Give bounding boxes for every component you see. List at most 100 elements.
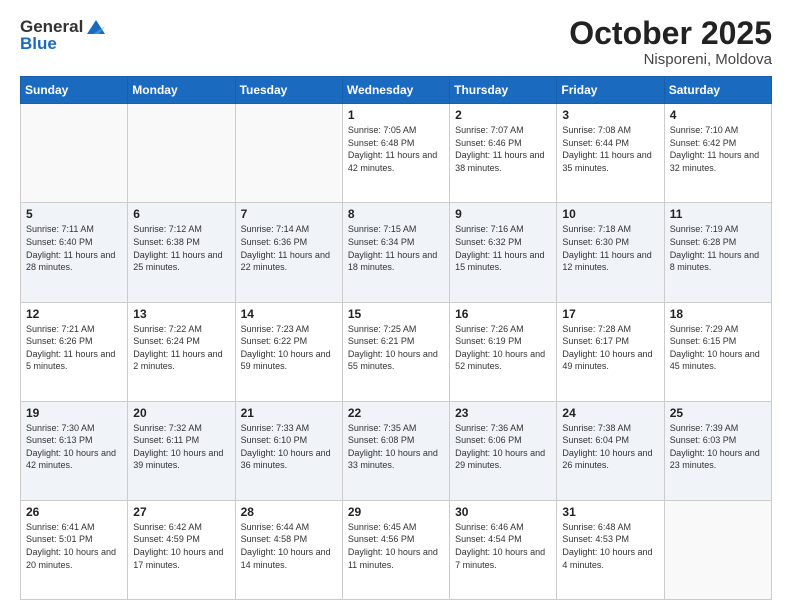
day-info-line: Sunset: 6:04 PM [562,434,658,447]
day-number: 26 [26,505,122,519]
day-info-line: Daylight: 11 hours and 15 minutes. [455,249,551,274]
day-info-line: Daylight: 11 hours and 25 minutes. [133,249,229,274]
day-number: 19 [26,406,122,420]
day-info-line: Daylight: 11 hours and 32 minutes. [670,149,766,174]
calendar-day-cell: 20 Sunrise: 7:32 AMSunset: 6:11 PMDayligh… [128,401,235,500]
day-number: 20 [133,406,229,420]
day-number: 4 [670,108,766,122]
day-number: 17 [562,307,658,321]
day-info-line: Sunset: 6:38 PM [133,236,229,249]
calendar-day-cell: 3Sunrise: 7:08 AMSunset: 6:44 PMDaylight… [557,104,664,203]
day-info: Sunrise: 7:05 AMSunset: 6:48 PMDaylight:… [348,124,444,174]
calendar-day-cell [235,104,342,203]
day-info-line: Sunrise: 7:16 AM [455,223,551,236]
day-info-line: Sunset: 6:11 PM [133,434,229,447]
title-block: October 2025 Nisporeni, Moldova [569,16,772,68]
day-info: Sunrise: 6:48 AMSunset: 4:53 PMDaylight:… [562,521,658,571]
day-number: 30 [455,505,551,519]
logo-icon [85,16,107,38]
day-info-line: Sunrise: 7:21 AM [26,323,122,336]
day-info-line: Sunrise: 6:45 AM [348,521,444,534]
day-info-line: Daylight: 10 hours and 7 minutes. [455,546,551,571]
day-info-line: Sunrise: 7:26 AM [455,323,551,336]
day-info-line: Daylight: 11 hours and 42 minutes. [348,149,444,174]
day-info-line: Sunset: 6:36 PM [241,236,337,249]
day-info: Sunrise: 7:32 AMSunset: 6:11 PMDaylight:… [133,422,229,472]
day-number: 22 [348,406,444,420]
calendar-day-cell: 29Sunrise: 6:45 AMSunset: 4:56 PMDayligh… [342,500,449,599]
logo: General Blue [20,16,107,54]
day-info-line: Sunrise: 7:19 AM [670,223,766,236]
day-info: Sunrise: 6:42 AMSunset: 4:59 PMDaylight:… [133,521,229,571]
day-info-line: Daylight: 10 hours and 14 minutes. [241,546,337,571]
calendar-day-cell: 4Sunrise: 7:10 AMSunset: 6:42 PMDaylight… [664,104,771,203]
calendar-day-cell: 14Sunrise: 7:23 AMSunset: 6:22 PMDayligh… [235,302,342,401]
day-info-line: Sunset: 4:56 PM [348,533,444,546]
day-info-line: Daylight: 11 hours and 5 minutes. [26,348,122,373]
day-info-line: Sunset: 6:22 PM [241,335,337,348]
calendar-day-cell: 7Sunrise: 7:14 AMSunset: 6:36 PMDaylight… [235,203,342,302]
day-number: 10 [562,207,658,221]
day-info: Sunrise: 7:22 AMSunset: 6:24 PMDaylight:… [133,323,229,373]
weekday-header: Sunday [21,77,128,104]
day-info-line: Sunset: 6:03 PM [670,434,766,447]
logo-blue-text: Blue [20,34,57,54]
day-info-line: Daylight: 10 hours and 20 minutes. [26,546,122,571]
day-info-line: Sunrise: 7:05 AM [348,124,444,137]
day-number: 9 [455,207,551,221]
day-info-line: Sunset: 4:53 PM [562,533,658,546]
day-number: 28 [241,505,337,519]
day-info-line: Daylight: 10 hours and 4 minutes. [562,546,658,571]
day-number: 5 [26,207,122,221]
day-info-line: Sunset: 6:42 PM [670,137,766,150]
page-subtitle: Nisporeni, Moldova [569,51,772,68]
day-info: Sunrise: 7:36 AMSunset: 6:06 PMDaylight:… [455,422,551,472]
calendar-day-cell: 2 Sunrise: 7:07 AMSunset: 6:46 PMDaylight… [450,104,557,203]
weekday-header: Saturday [664,77,771,104]
calendar-day-cell: 8Sunrise: 7:15 AMSunset: 6:34 PMDaylight… [342,203,449,302]
day-info-line: Sunset: 4:58 PM [241,533,337,546]
day-info: Sunrise: 7:29 AMSunset: 6:15 PMDaylight:… [670,323,766,373]
calendar-day-cell: 17Sunrise: 7:28 AMSunset: 6:17 PMDayligh… [557,302,664,401]
day-info: Sunrise: 7:30 AMSunset: 6:13 PMDaylight:… [26,422,122,472]
day-info-line: Sunrise: 6:42 AM [133,521,229,534]
day-info-line: Sunrise: 7:32 AM [133,422,229,435]
day-info-line: Daylight: 10 hours and 26 minutes. [562,447,658,472]
day-info-line: Daylight: 10 hours and 42 minutes. [26,447,122,472]
day-number: 18 [670,307,766,321]
day-info: Sunrise: 7:18 AMSunset: 6:30 PMDaylight:… [562,223,658,273]
day-info: Sunrise: 7:39 AMSunset: 6:03 PMDaylight:… [670,422,766,472]
day-number: 25 [670,406,766,420]
day-number: 14 [241,307,337,321]
day-number: 24 [562,406,658,420]
day-info-line: Sunset: 6:06 PM [455,434,551,447]
day-info-line: Daylight: 10 hours and 23 minutes. [670,447,766,472]
day-info-line: Sunrise: 7:39 AM [670,422,766,435]
day-info-line: Daylight: 11 hours and 35 minutes. [562,149,658,174]
day-info-line: Sunrise: 7:15 AM [348,223,444,236]
calendar-day-cell: 5Sunrise: 7:11 AMSunset: 6:40 PMDaylight… [21,203,128,302]
day-info: Sunrise: 7:33 AMSunset: 6:10 PMDaylight:… [241,422,337,472]
weekday-header: Thursday [450,77,557,104]
calendar-day-cell: 22Sunrise: 7:35 AMSunset: 6:08 PMDayligh… [342,401,449,500]
day-info: Sunrise: 7:08 AMSunset: 6:44 PMDaylight:… [562,124,658,174]
day-info-line: Sunset: 6:40 PM [26,236,122,249]
calendar-header-row: SundayMondayTuesdayWednesdayThursdayFrid… [21,77,772,104]
day-number: 13 [133,307,229,321]
day-info: Sunrise: 7:25 AMSunset: 6:21 PMDaylight:… [348,323,444,373]
day-number: 11 [670,207,766,221]
day-info: Sunrise: 7:16 AMSunset: 6:32 PMDaylight:… [455,223,551,273]
day-info-line: Sunrise: 6:46 AM [455,521,551,534]
weekday-header: Wednesday [342,77,449,104]
day-info-line: Daylight: 10 hours and 52 minutes. [455,348,551,373]
day-number: 8 [348,207,444,221]
day-info: Sunrise: 7:14 AMSunset: 6:36 PMDaylight:… [241,223,337,273]
day-info: Sunrise: 7:21 AMSunset: 6:26 PMDaylight:… [26,323,122,373]
day-info-line: Sunrise: 7:29 AM [670,323,766,336]
day-info: Sunrise: 7:07 AMSunset: 6:46 PMDaylight:… [455,124,551,174]
day-info-line: Sunrise: 7:18 AM [562,223,658,236]
header: General Blue October 2025 Nisporeni, Mol… [20,16,772,68]
day-info-line: Sunset: 6:24 PM [133,335,229,348]
day-number: 2 [455,108,551,122]
calendar-day-cell: 15Sunrise: 7:25 AMSunset: 6:21 PMDayligh… [342,302,449,401]
